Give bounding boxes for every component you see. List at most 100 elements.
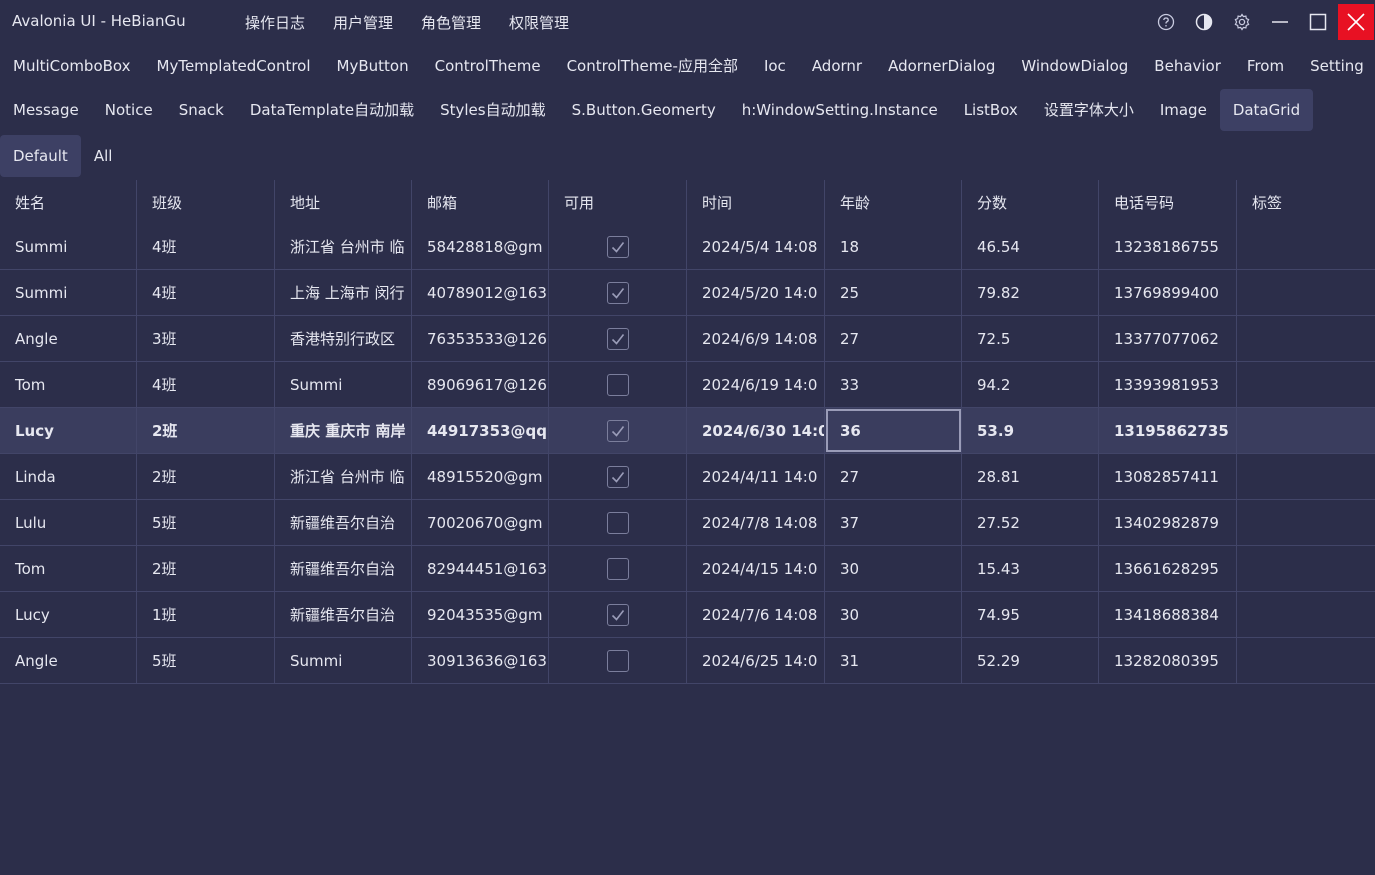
cell-age[interactable]: 31 [825, 638, 962, 683]
tab-font-size[interactable]: 设置字体大小 [1031, 89, 1147, 131]
cell-time[interactable]: 2024/6/19 14:0 [687, 362, 825, 407]
cell-enabled[interactable] [549, 362, 687, 407]
table-row[interactable]: Lucy 2班 重庆 重庆市 南岸 44917353@qq 2024/6/30 14:0… [0, 408, 1375, 454]
cell-phone[interactable]: 13769899400 [1099, 270, 1237, 315]
column-header-age[interactable]: 年龄 [825, 180, 962, 224]
settings-button[interactable] [1223, 0, 1261, 44]
menu-item-operation-log[interactable]: 操作日志 [245, 12, 305, 33]
menu-item-permission-management[interactable]: 权限管理 [509, 12, 569, 33]
cell-score[interactable]: 94.2 [962, 362, 1099, 407]
enabled-checkbox[interactable] [606, 327, 629, 350]
cell-tag[interactable] [1237, 454, 1375, 499]
cell-enabled[interactable] [549, 408, 687, 453]
enabled-checkbox[interactable] [606, 511, 629, 534]
cell-name[interactable]: Angle [0, 316, 137, 361]
help-button[interactable] [1147, 0, 1185, 44]
cell-name[interactable]: Linda [0, 454, 137, 499]
table-row[interactable]: Lucy 1班 新疆维吾尔自治 92043535@gm 2024/7/6 14:08 30… [0, 592, 1375, 638]
cell-phone[interactable]: 13282080395 [1099, 638, 1237, 683]
column-header-tag[interactable]: 标签 [1237, 180, 1375, 224]
cell-age[interactable]: 27 [825, 454, 962, 499]
cell-tag[interactable] [1237, 408, 1375, 453]
maximize-button[interactable] [1299, 0, 1337, 44]
cell-class[interactable]: 5班 [137, 638, 275, 683]
cell-class[interactable]: 3班 [137, 316, 275, 361]
cell-name[interactable]: Summi [0, 224, 137, 269]
enabled-checkbox[interactable] [606, 281, 629, 304]
cell-address[interactable]: 浙江省 台州市 临 [275, 224, 412, 269]
cell-age[interactable]: 18 [825, 224, 962, 269]
cell-class[interactable]: 4班 [137, 270, 275, 315]
enabled-checkbox[interactable] [606, 419, 629, 442]
table-row[interactable]: Angle 3班 香港特别行政区 76353533@126 2024/6/9 14:08… [0, 316, 1375, 362]
cell-score[interactable]: 53.9 [962, 408, 1099, 453]
enabled-checkbox[interactable] [606, 235, 629, 258]
cell-enabled[interactable] [549, 454, 687, 499]
cell-email[interactable]: 48915520@gm [412, 454, 549, 499]
cell-score[interactable]: 28.81 [962, 454, 1099, 499]
cell-email[interactable]: 40789012@163 [412, 270, 549, 315]
cell-tag[interactable] [1237, 638, 1375, 683]
cell-age[interactable]: 37 [825, 500, 962, 545]
table-row[interactable]: Summi 4班 上海 上海市 闵行 40789012@163 2024/5/20 14… [0, 270, 1375, 316]
enabled-checkbox[interactable] [606, 649, 629, 672]
cell-score[interactable]: 46.54 [962, 224, 1099, 269]
cell-age[interactable]: 33 [825, 362, 962, 407]
cell-name[interactable]: Lulu [0, 500, 137, 545]
cell-phone[interactable]: 13661628295 [1099, 546, 1237, 591]
cell-phone[interactable]: 13418688384 [1099, 592, 1237, 637]
tab-message[interactable]: Message [0, 89, 92, 131]
tab-controltheme[interactable]: ControlTheme [422, 45, 554, 87]
tab-windowdialog[interactable]: WindowDialog [1008, 45, 1141, 87]
menu-item-user-management[interactable]: 用户管理 [333, 12, 393, 33]
column-header-address[interactable]: 地址 [275, 180, 412, 224]
cell-time[interactable]: 2024/7/6 14:08 [687, 592, 825, 637]
table-row[interactable]: Lulu 5班 新疆维吾尔自治 70020670@gm 2024/7/8 14:08 37… [0, 500, 1375, 546]
cell-time[interactable]: 2024/6/9 14:08 [687, 316, 825, 361]
tab-datagrid[interactable]: DataGrid [1219, 89, 1314, 131]
tab-button-geometry[interactable]: S.Button.Geomerty [559, 89, 729, 131]
cell-tag[interactable] [1237, 592, 1375, 637]
cell-enabled[interactable] [549, 592, 687, 637]
cell-enabled[interactable] [549, 638, 687, 683]
cell-tag[interactable] [1237, 500, 1375, 545]
cell-tag[interactable] [1237, 270, 1375, 315]
tab-multicombobox[interactable]: MultiComboBox [0, 45, 144, 87]
cell-score[interactable]: 52.29 [962, 638, 1099, 683]
cell-name[interactable]: Angle [0, 638, 137, 683]
cell-address[interactable]: Summi [275, 638, 412, 683]
enabled-checkbox[interactable] [606, 557, 629, 580]
table-row[interactable]: Summi 4班 浙江省 台州市 临 58428818@gm 2024/5/4 14:0… [0, 224, 1375, 270]
cell-class[interactable]: 4班 [137, 224, 275, 269]
cell-phone[interactable]: 13377077062 [1099, 316, 1237, 361]
cell-address[interactable]: 重庆 重庆市 南岸 [275, 408, 412, 453]
cell-phone[interactable]: 13238186755 [1099, 224, 1237, 269]
cell-email[interactable]: 82944451@163 [412, 546, 549, 591]
enabled-checkbox[interactable] [606, 373, 629, 396]
cell-email[interactable]: 58428818@gm [412, 224, 549, 269]
tab-windowsetting-instance[interactable]: h:WindowSetting.Instance [729, 89, 951, 131]
theme-button[interactable] [1185, 0, 1223, 44]
column-header-time[interactable]: 时间 [687, 180, 825, 224]
cell-class[interactable]: 5班 [137, 500, 275, 545]
cell-score[interactable]: 74.95 [962, 592, 1099, 637]
cell-name[interactable]: Summi [0, 270, 137, 315]
tab-notice[interactable]: Notice [92, 89, 166, 131]
cell-age[interactable]: 36 [825, 408, 962, 453]
cell-address[interactable]: Summi [275, 362, 412, 407]
cell-enabled[interactable] [549, 546, 687, 591]
cell-address[interactable]: 香港特别行政区 [275, 316, 412, 361]
subtab-all[interactable]: All [81, 135, 126, 177]
cell-address[interactable]: 浙江省 台州市 临 [275, 454, 412, 499]
tab-datatemplate-autoload[interactable]: DataTemplate自动加载 [237, 89, 427, 131]
cell-email[interactable]: 44917353@qq [412, 408, 549, 453]
cell-email[interactable]: 76353533@126 [412, 316, 549, 361]
tab-controltheme-apply-all[interactable]: ControlTheme-应用全部 [554, 45, 751, 87]
cell-class[interactable]: 2班 [137, 546, 275, 591]
table-row[interactable]: Tom 2班 新疆维吾尔自治 82944451@163 2024/4/15 14:0 30… [0, 546, 1375, 592]
cell-email[interactable]: 92043535@gm [412, 592, 549, 637]
tab-snack[interactable]: Snack [166, 89, 237, 131]
cell-name[interactable]: Tom [0, 362, 137, 407]
enabled-checkbox[interactable] [606, 603, 629, 626]
column-header-class[interactable]: 班级 [137, 180, 275, 224]
